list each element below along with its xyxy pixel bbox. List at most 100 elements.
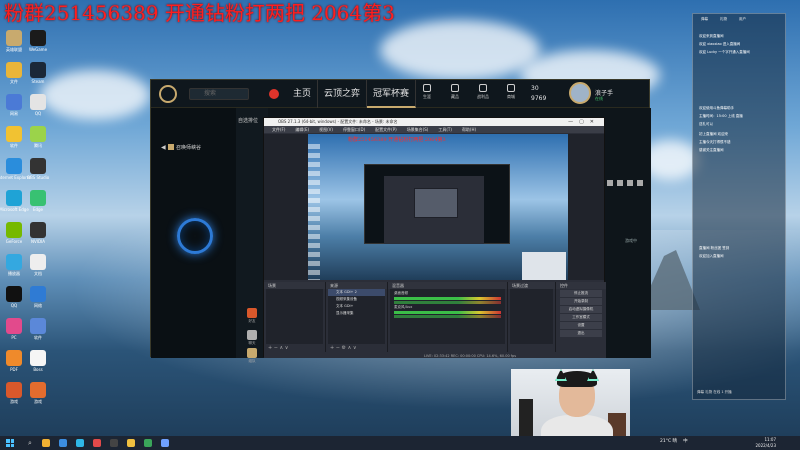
desktop-icon[interactable]: 网易 — [2, 94, 26, 116]
exit-button[interactable]: 退出 — [560, 330, 602, 337]
desktop-icon[interactable]: 网络 — [26, 286, 50, 308]
taskbar-app-icon[interactable] — [92, 439, 101, 447]
desktop-icon[interactable]: 文件 — [2, 62, 26, 84]
tab-gifts[interactable]: 礼物 — [720, 14, 727, 24]
scenes-list[interactable] — [266, 289, 323, 344]
ime-indicator[interactable]: 中 — [683, 438, 688, 444]
obs-menu-item[interactable]: 配置文件(P) — [375, 126, 397, 133]
desktop-icon[interactable]: GeForce — [2, 222, 26, 244]
taskbar-app-icon[interactable] — [143, 439, 152, 447]
window-controls[interactable]: —▢✕ — [568, 118, 600, 126]
back-arrow-icon[interactable]: ◀ — [161, 144, 166, 151]
desktop-icon-label: OBS Studio — [26, 175, 50, 180]
studio-mode-button[interactable]: 工作室模式 — [560, 314, 602, 321]
lol-logo-icon[interactable] — [159, 84, 177, 103]
desktop-icon[interactable]: Edge — [26, 190, 50, 212]
taskbar-app-icon[interactable] — [58, 439, 67, 447]
scenes-header: 场景 — [264, 282, 325, 289]
taskbar-app-icon[interactable] — [75, 439, 84, 447]
desktop-icon[interactable]: NVIDIA — [26, 222, 50, 244]
loot-icon[interactable]: 战利品 — [469, 84, 497, 100]
desktop-icon[interactable]: PC — [2, 318, 26, 340]
obs-menu-item[interactable]: 场景集合(S) — [407, 126, 429, 133]
source-row[interactable]: 文本 GDI+ 2 — [328, 289, 385, 296]
lol-right-icons[interactable] — [607, 180, 643, 186]
profile-icon[interactable]: 生涯 — [413, 84, 441, 100]
desktop-icon[interactable]: 游戏 — [26, 382, 50, 404]
desktop-icon[interactable]: 软件 — [2, 126, 26, 148]
obs-menu-item[interactable]: 停靠窗口(D) — [343, 126, 365, 133]
danmaku-line: 欢迎加入直播间 — [699, 254, 724, 258]
scenes-footer[interactable]: + − ∧ ∨ — [264, 344, 325, 352]
taskbar-app-icon[interactable] — [126, 439, 135, 447]
taskbar-app-icon[interactable] — [160, 439, 169, 447]
app-icon — [30, 158, 46, 174]
taskbar-app-icon[interactable] — [41, 439, 50, 447]
settings-button[interactable]: 设置 — [560, 322, 602, 329]
desktop-icon[interactable]: 软件 — [26, 318, 50, 340]
obs-title: OBS 27.1.3 (64-bit, windows) - 配置文件: 未命名… — [278, 119, 398, 124]
danmaku-line: 欢迎来到直播间 — [699, 34, 724, 38]
obs-window[interactable]: OBS 27.1.3 (64-bit, windows) - 配置文件: 未命名… — [263, 117, 606, 358]
desktop-icon[interactable]: Microsoft Edge — [0, 190, 29, 212]
app-icon — [6, 62, 22, 78]
desktop-icon[interactable]: OBS Studio — [26, 158, 50, 180]
desktop-icon[interactable]: Internet Explorer — [0, 158, 31, 180]
danmaku-line: 送礼可以 — [699, 122, 713, 126]
clock[interactable]: 11:07 2022/4/23 — [755, 437, 776, 449]
desktop-icon[interactable]: Steam — [26, 62, 50, 84]
desktop-icon[interactable]: 游戏 — [2, 382, 26, 404]
sources-footer[interactable]: + − ⚙ ∧ ∨ — [326, 344, 387, 352]
source-row[interactable]: 视频采集设备 — [328, 296, 385, 303]
desktop-icon[interactable]: WeGame — [26, 30, 50, 52]
virtual-camera-button[interactable]: 启动虚拟摄像机 — [560, 306, 602, 313]
desktop-icon[interactable]: 播放器 — [2, 254, 26, 276]
tab-users[interactable]: 用户 — [739, 14, 746, 24]
chat-item[interactable]: 聊天 — [240, 330, 264, 346]
nav-championship[interactable]: 冠军杯赛 — [367, 79, 417, 108]
obs-menu-item[interactable]: 编辑(E) — [295, 126, 309, 133]
source-row[interactable]: 文本 GDI+ — [328, 303, 385, 310]
danmaku-tabs: 弹幕 礼物 用户 — [693, 14, 785, 24]
desktop-icon[interactable]: 英雄联盟 — [2, 30, 26, 52]
desktop-icon-label: 英雄联盟 — [6, 47, 22, 52]
stop-stream-button[interactable]: 停止推流 — [560, 290, 602, 297]
desktop-icon[interactable]: PDF — [2, 350, 26, 372]
collection-icon[interactable]: 藏品 — [441, 84, 469, 100]
weather-widget[interactable]: 21°C 晴 — [660, 438, 677, 444]
search-icon[interactable]: ⌕ — [28, 439, 32, 448]
source-row[interactable]: 显示器采集 — [328, 310, 385, 317]
lol-search-input[interactable]: 搜索 — [189, 87, 249, 100]
desktop-icon[interactable]: 腾讯 — [26, 126, 50, 148]
queue-title: 自选排位 — [238, 118, 259, 124]
mixer-channel[interactable]: 麦克风/Aux — [394, 305, 501, 318]
desktop-icon[interactable]: Boss — [26, 350, 50, 372]
desktop-icon-label: 文件 — [10, 79, 18, 84]
obs-menu-item[interactable]: 帮助(H) — [462, 126, 476, 133]
nav-tft[interactable]: 云顶之弈 — [318, 79, 368, 108]
nav-home[interactable]: 主页 — [287, 79, 319, 108]
store-icon[interactable]: 商城 — [497, 84, 525, 100]
desktop-icon[interactable]: QQ — [26, 94, 50, 116]
start-recording-button[interactable]: 开始录制 — [560, 298, 602, 305]
alert-icon[interactable] — [269, 88, 279, 99]
friends-item[interactable]: 好友 — [240, 308, 264, 324]
obs-menu-item[interactable]: 文件(F) — [272, 126, 285, 133]
party-item[interactable]: 组队 — [240, 348, 264, 364]
transitions-header: 场景过渡 — [508, 282, 555, 289]
desktop-icon-label: PC — [11, 335, 17, 340]
transitions-body[interactable] — [510, 289, 553, 344]
avatar[interactable] — [569, 82, 591, 104]
mixer-channel[interactable]: 桌面音频 — [394, 291, 501, 304]
obs-menu-item[interactable]: 视图(V) — [319, 126, 333, 133]
danmaku-panel[interactable]: 弹幕 礼物 用户 欢迎来到直播间 欢迎 xiaoxiao 进入直播间 欢迎 Luck… — [692, 13, 786, 400]
taskbar-app-icon[interactable] — [109, 439, 118, 447]
mixer-body: 桌面音频 麦克风/Aux — [390, 289, 505, 344]
windows-start-icon[interactable] — [6, 439, 14, 447]
desktop-icon[interactable]: 文档 — [26, 254, 50, 276]
desktop-icon[interactable]: QQ — [2, 286, 26, 308]
obs-menu-item[interactable]: 工具(T) — [438, 126, 452, 133]
tab-danmaku[interactable]: 弹幕 — [701, 14, 708, 24]
danmaku-footer: 弹幕 礼物 在线 1 开播 — [697, 390, 732, 394]
obs-preview[interactable]: 粉群251456389 开通钻粉打两把 2064第3 — [308, 134, 568, 280]
